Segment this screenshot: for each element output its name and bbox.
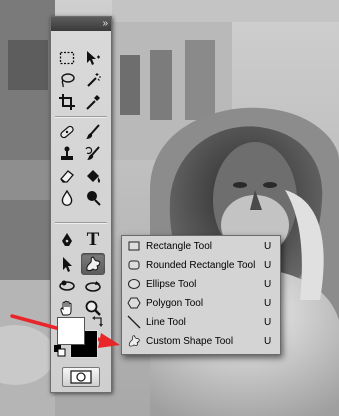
menu-item-label: Line Tool — [146, 316, 186, 328]
3d-orbit-tool[interactable] — [81, 275, 105, 297]
ellipse-icon — [127, 277, 141, 291]
menu-item-shortcut: U — [264, 335, 272, 347]
eraser-icon — [60, 170, 74, 183]
tools-panel-titlebar[interactable]: » — [51, 17, 111, 31]
lasso-tool[interactable] — [55, 69, 79, 91]
move-icon — [87, 51, 100, 65]
blur-tool[interactable] — [55, 187, 79, 209]
spot-healing-brush-tool[interactable] — [55, 121, 79, 143]
magic-wand-icon — [87, 73, 101, 87]
rounded-rectangle-icon — [127, 258, 141, 272]
paint-bucket-icon — [87, 170, 101, 183]
tools-panel: » T — [50, 16, 112, 393]
type-tool[interactable]: T — [81, 229, 105, 251]
history-brush-icon — [85, 146, 100, 160]
stamp-icon — [61, 146, 73, 160]
3d-rotate-icon — [59, 280, 75, 291]
collapse-icon[interactable]: » — [102, 18, 107, 30]
swap-colors-icon[interactable] — [91, 315, 105, 329]
path-selection-icon — [63, 257, 72, 272]
menu-item-custom-shape-tool[interactable]: Custom Shape Tool U — [122, 332, 280, 350]
eyedropper-icon — [86, 95, 100, 110]
menu-item-label: Rectangle Tool — [146, 240, 212, 252]
pen-icon — [62, 233, 72, 246]
pen-tool[interactable] — [55, 229, 79, 251]
3d-rotate-tool[interactable] — [55, 275, 79, 297]
menu-item-rectangle-tool[interactable]: Rectangle Tool U — [122, 237, 280, 255]
eraser-tool[interactable] — [55, 165, 79, 187]
default-colors-icon[interactable] — [54, 345, 66, 357]
toolbox-divider — [55, 116, 107, 118]
custom-shape-icon — [86, 256, 101, 272]
menu-item-line-tool[interactable]: Line Tool U — [122, 313, 280, 331]
marquee-icon — [59, 51, 75, 65]
menu-item-shortcut: U — [264, 259, 272, 271]
clone-stamp-tool[interactable] — [55, 143, 79, 165]
menu-item-label: Custom Shape Tool — [146, 335, 234, 347]
menu-item-shortcut: U — [264, 278, 272, 290]
rectangular-marquee-tool[interactable] — [55, 47, 79, 69]
bandage-icon — [60, 125, 74, 139]
menu-item-ellipse-tool[interactable]: Ellipse Tool U — [122, 275, 280, 293]
custom-shape-icon — [127, 334, 141, 348]
menu-item-shortcut: U — [264, 240, 272, 252]
foreground-color-swatch[interactable] — [57, 317, 85, 345]
blur-drop-icon — [61, 189, 73, 206]
hand-tool[interactable] — [55, 297, 79, 319]
brush-tool[interactable] — [81, 121, 105, 143]
dodge-tool[interactable] — [81, 187, 105, 209]
menu-item-rounded-rectangle-tool[interactable]: Rounded Rectangle Tool U — [122, 256, 280, 274]
magic-wand-tool[interactable] — [81, 69, 105, 91]
menu-item-polygon-tool[interactable]: Polygon Tool U — [122, 294, 280, 312]
menu-item-shortcut: U — [264, 297, 272, 309]
dodge-icon — [87, 191, 101, 206]
hand-icon — [60, 300, 72, 316]
paint-bucket-tool[interactable] — [81, 165, 105, 187]
line-icon — [127, 315, 141, 329]
menu-item-shortcut: U — [264, 316, 272, 328]
menu-item-label: Rounded Rectangle Tool — [146, 259, 256, 271]
brush-icon — [86, 124, 100, 139]
move-tool[interactable] — [81, 47, 105, 69]
polygon-icon — [127, 296, 141, 310]
toolbox-divider — [55, 222, 107, 224]
crop-tool[interactable] — [55, 91, 79, 113]
menu-item-label: Ellipse Tool — [146, 278, 197, 290]
crop-icon — [59, 94, 75, 110]
history-brush-tool[interactable] — [81, 143, 105, 165]
menu-item-label: Polygon Tool — [146, 297, 204, 309]
eyedropper-tool[interactable] — [81, 91, 105, 113]
lasso-icon — [61, 73, 75, 88]
custom-shape-tool[interactable] — [81, 253, 105, 275]
path-selection-tool[interactable] — [55, 253, 79, 275]
quick-mask-icon — [70, 370, 92, 384]
shape-tool-flyout-menu: Rectangle Tool U Rounded Rectangle Tool … — [121, 235, 281, 355]
3d-orbit-icon — [85, 281, 101, 292]
rectangle-icon — [127, 239, 141, 253]
quick-mask-button[interactable] — [62, 367, 100, 387]
